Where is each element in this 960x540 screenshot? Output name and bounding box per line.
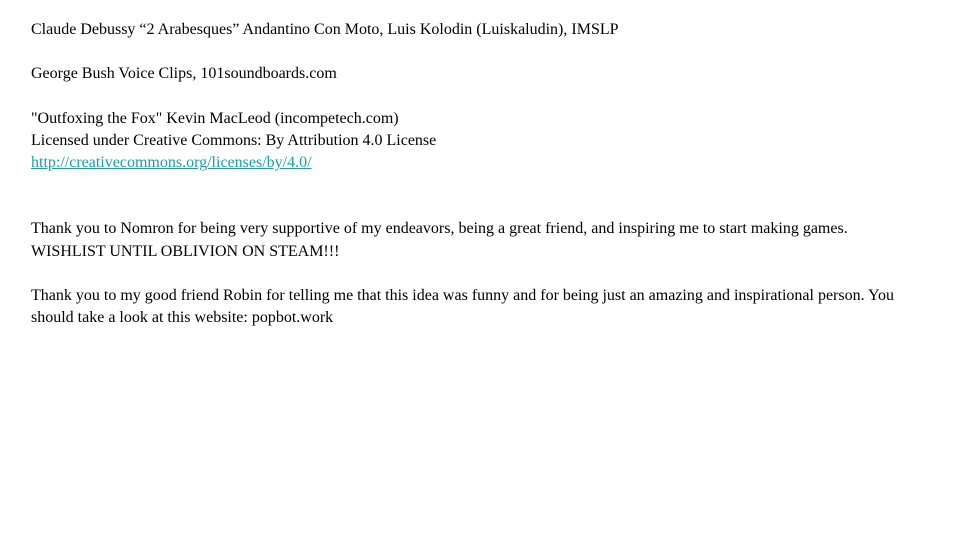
wishlist-text: WISHLIST UNTIL OBLIVION ON STEAM!!! [31, 242, 340, 260]
thanks-nomron: Thank you to Nomron for being very suppo… [31, 218, 928, 263]
music-credit-macleod: "Outfoxing the Fox" Kevin MacLeod (incom… [31, 108, 928, 175]
sfx-credit-text: George Bush Voice Clips, 101soundboards.… [31, 65, 337, 83]
thanks-robin-text: Thank you to my good friend Robin for te… [31, 287, 894, 327]
thanks-robin: Thank you to my good friend Robin for te… [31, 285, 928, 330]
credits-page: Claude Debussy “2 Arabesques” Andantino … [0, 0, 960, 540]
music-credit-title: "Outfoxing the Fox" Kevin MacLeod (incom… [31, 109, 399, 127]
sfx-credit-bush: George Bush Voice Clips, 101soundboards.… [31, 63, 928, 85]
thanks-nomron-text: Thank you to Nomron for being very suppo… [31, 220, 848, 238]
license-link[interactable]: http://creativecommons.org/licenses/by/4… [31, 152, 928, 174]
license-text: Licensed under Creative Commons: By Attr… [31, 131, 437, 149]
music-credit-text: Claude Debussy “2 Arabesques” Andantino … [31, 21, 619, 38]
music-credit-debussy: Claude Debussy “2 Arabesques” Andantino … [31, 19, 928, 41]
